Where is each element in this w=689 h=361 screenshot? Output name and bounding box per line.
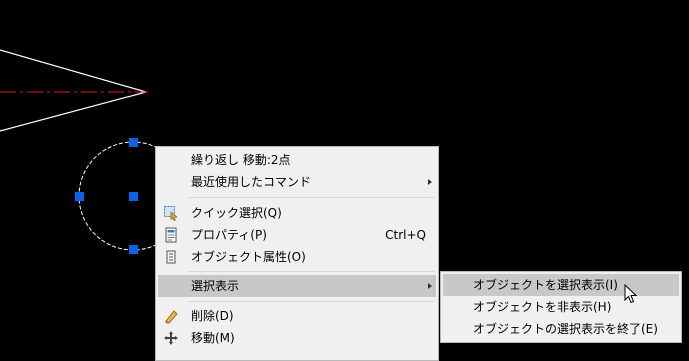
menu-item-label: 最近使用したコマンド bbox=[191, 175, 312, 189]
submenu-item-hide-objects[interactable]: オブジェクトを非表示(H) bbox=[443, 296, 679, 318]
menu-separator bbox=[189, 197, 434, 198]
mouse-cursor-icon bbox=[624, 284, 638, 304]
menu-item-object-attributes[interactable]: オブジェクト属性(O) bbox=[158, 246, 436, 268]
grip-bottom[interactable] bbox=[129, 245, 138, 254]
menu-item-label: オブジェクトの選択表示を終了(E) bbox=[473, 322, 658, 336]
menu-separator bbox=[189, 301, 434, 302]
quick-select-icon bbox=[164, 206, 178, 221]
menu-item-label: 削除(D) bbox=[191, 309, 234, 323]
menu-separator bbox=[189, 271, 434, 272]
selection-display-submenu: オブジェクトを選択表示(I) オブジェクトを非表示(H) オブジェクトの選択表示… bbox=[440, 271, 682, 343]
submenu-item-show-selected[interactable]: オブジェクトを選択表示(I) bbox=[443, 274, 679, 296]
menu-item-label: 選択表示 bbox=[191, 279, 240, 293]
menu-item-recent-commands[interactable]: 最近使用したコマンド bbox=[158, 171, 436, 193]
menu-item-label: クイック選択(Q) bbox=[191, 206, 282, 220]
menu-item-label: プロパティ(P) bbox=[191, 228, 267, 242]
move-icon bbox=[164, 331, 178, 345]
menu-item-delete[interactable]: 削除(D) bbox=[158, 305, 436, 327]
eraser-icon bbox=[165, 310, 178, 324]
menu-item-label: 繰り返し 移動:2点 bbox=[191, 153, 291, 167]
menu-item-repeat-move[interactable]: 繰り返し 移動:2点 bbox=[158, 149, 436, 171]
menu-item-quick-select[interactable]: クイック選択(Q) bbox=[158, 202, 436, 224]
submenu-arrow-icon bbox=[428, 283, 432, 289]
menu-item-label: オブジェクトを選択表示(I) bbox=[473, 278, 618, 292]
grip-center[interactable] bbox=[129, 192, 138, 201]
menu-item-selection-display[interactable]: 選択表示 bbox=[158, 275, 436, 297]
menu-item-properties[interactable]: プロパティ(P) Ctrl+Q bbox=[158, 224, 436, 246]
grip-left[interactable] bbox=[75, 192, 84, 201]
submenu-item-end-selection-display[interactable]: オブジェクトの選択表示を終了(E) bbox=[443, 318, 679, 340]
submenu-arrow-icon bbox=[428, 179, 432, 185]
context-menu: 繰り返し 移動:2点 最近使用したコマンド クイック選択(Q) プロパティ(P)… bbox=[155, 146, 439, 361]
menu-item-label: オブジェクト属性(O) bbox=[191, 250, 306, 264]
object-attributes-icon bbox=[166, 250, 176, 264]
properties-icon bbox=[165, 227, 177, 243]
grip-top[interactable] bbox=[129, 138, 138, 147]
arrow-upper-edge bbox=[0, 49, 147, 93]
arrow-lower-edge bbox=[0, 91, 147, 132]
shortcut-label: Ctrl+Q bbox=[385, 228, 426, 242]
menu-item-label: 移動(M) bbox=[191, 331, 235, 345]
menu-item-label: オブジェクトを非表示(H) bbox=[473, 300, 612, 314]
menu-item-move[interactable]: 移動(M) bbox=[158, 327, 436, 349]
